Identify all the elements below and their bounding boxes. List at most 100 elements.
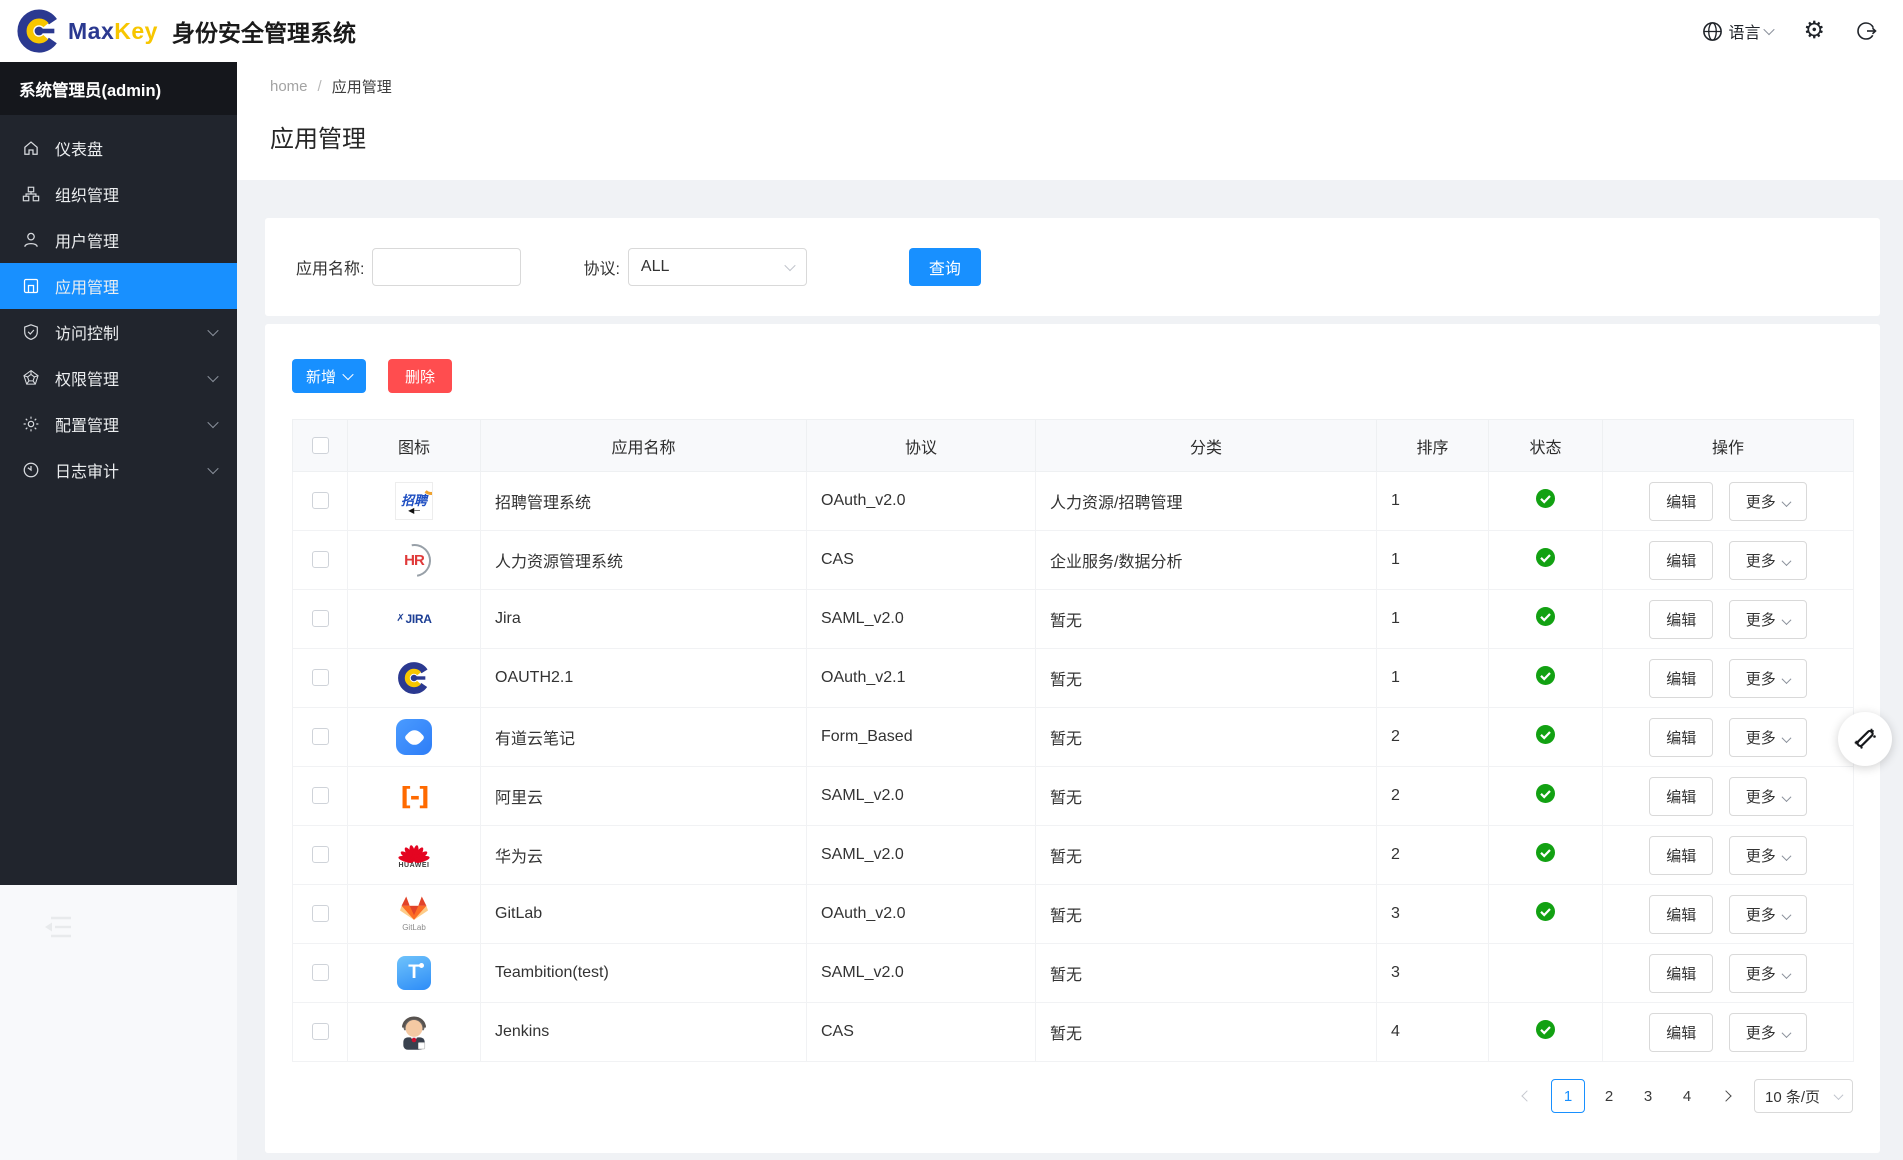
more-button[interactable]: 更多 [1729,895,1807,934]
breadcrumb-home-link[interactable]: home [270,78,308,95]
page-number-button[interactable]: 4 [1672,1079,1702,1113]
page-size-select[interactable]: 10 条/页 [1754,1079,1853,1113]
row-checkbox[interactable] [312,669,329,686]
add-button[interactable]: 新增 [292,359,366,393]
select-all-header [293,420,348,472]
chevron-down-icon [1781,851,1791,861]
page-number-button[interactable]: 2 [1594,1079,1624,1113]
table-row: HR 人力资源管理系统 CAS 企业服务/数据分析 1 编辑 更多 [293,531,1854,590]
apps-icon [22,277,40,295]
more-button[interactable]: 更多 [1729,954,1807,993]
row-checkbox[interactable] [312,728,329,745]
table-row: [-] 阿里云 SAML_v2.0 暂无 2 编辑 更多 [293,767,1854,826]
protocol-select-value: ALL [641,258,669,276]
edit-button[interactable]: 编辑 [1649,482,1713,521]
applications-table: 图标 应用名称 协议 分类 排序 状态 操作 招聘◀─ 招聘管理系统 OAuth… [292,419,1854,1062]
row-checkbox[interactable] [312,964,329,981]
chevron-down-icon [1781,969,1791,979]
row-checkbox[interactable] [312,846,329,863]
chevron-down-icon [1834,1090,1844,1100]
sidebar-item-audit-logs[interactable]: 日志审计 [0,447,237,493]
app-name-input[interactable] [372,248,521,286]
sort-cell: 2 [1377,767,1489,826]
more-button[interactable]: 更多 [1729,541,1807,580]
app-name-cell: 招聘管理系统 [481,472,807,531]
dashboard-icon [22,139,40,157]
edit-button[interactable]: 编辑 [1649,718,1713,757]
column-header-status: 状态 [1489,420,1603,472]
table-card: 新增 删除 图标 应用名称 协议 分类 排序 [265,324,1880,1153]
breadcrumb-current: 应用管理 [332,76,392,97]
next-page-button[interactable] [1711,1079,1741,1113]
page-number-button[interactable]: 1 [1551,1079,1585,1113]
more-button[interactable]: 更多 [1729,1013,1807,1052]
chevron-down-icon [207,463,218,474]
sidebar-item-dashboard[interactable]: 仪表盘 [0,125,237,171]
actions-cell: 编辑 更多 [1603,531,1854,590]
sort-cell: 1 [1377,531,1489,590]
edit-button[interactable]: 编辑 [1649,777,1713,816]
sidebar-item-permissions[interactable]: 权限管理 [0,355,237,401]
table-row: HUAWEI 华为云 SAML_v2.0 暂无 2 编辑 更多 [293,826,1854,885]
edit-button[interactable]: 编辑 [1649,659,1713,698]
row-checkbox[interactable] [312,787,329,804]
edit-button[interactable]: 编辑 [1649,954,1713,993]
sidebar-item-label: 权限管理 [55,366,119,390]
brand-name: MaxKey [68,18,158,45]
page-number-button[interactable]: 3 [1633,1079,1663,1113]
table-row: Jenkins CAS 暂无 4 编辑 更多 [293,1003,1854,1062]
sidebar-item-organizations[interactable]: 组织管理 [0,171,237,217]
settings-button[interactable]: ⚙ [1803,19,1825,43]
gem-icon [22,369,40,387]
sidebar-item-access-control[interactable]: 访问控制 [0,309,237,355]
youdao-note-logo [396,719,432,755]
more-button[interactable]: 更多 [1729,600,1807,639]
category-cell: 暂无 [1036,590,1377,649]
gitlab-logo: GitLab [400,896,428,932]
protocol-select[interactable]: ALL [628,248,807,286]
status-cell [1489,885,1603,944]
protocol-cell: SAML_v2.0 [807,944,1036,1003]
row-checkbox[interactable] [312,610,329,627]
maxkey-logo [397,661,431,695]
protocol-cell: CAS [807,1003,1036,1062]
edit-button[interactable]: 编辑 [1649,1013,1713,1052]
row-checkbox[interactable] [312,905,329,922]
app-name-cell: GitLab [481,885,807,944]
row-checkbox[interactable] [312,1023,329,1040]
globe-icon [1702,21,1723,42]
select-all-checkbox[interactable] [312,437,329,454]
more-button[interactable]: 更多 [1729,718,1807,757]
table-row: T Teambition(test) SAML_v2.0 暂无 3 编辑 更多 [293,944,1854,1003]
sidebar-item-configuration[interactable]: 配置管理 [0,401,237,447]
more-button[interactable]: 更多 [1729,659,1807,698]
actions-cell: 编辑 更多 [1603,590,1854,649]
theme-customizer-button[interactable] [1838,712,1892,766]
more-button[interactable]: 更多 [1729,836,1807,875]
edit-button[interactable]: 编辑 [1649,541,1713,580]
category-cell: 暂无 [1036,885,1377,944]
delete-button[interactable]: 删除 [388,359,452,393]
chevron-down-icon [1781,733,1791,743]
app-name-cell: 华为云 [481,826,807,885]
status-cell [1489,767,1603,826]
more-button[interactable]: 更多 [1729,777,1807,816]
prev-page-button[interactable] [1512,1079,1542,1113]
add-button-label: 新增 [306,366,336,387]
logout-button[interactable] [1855,20,1877,42]
chevron-down-icon [1781,556,1791,566]
language-switcher[interactable]: 语言 [1702,19,1773,43]
column-header-actions: 操作 [1603,420,1854,472]
row-checkbox[interactable] [312,551,329,568]
row-checkbox[interactable] [312,492,329,509]
edit-button[interactable]: 编辑 [1649,895,1713,934]
search-button[interactable]: 查询 [909,248,981,286]
more-button[interactable]: 更多 [1729,482,1807,521]
sidebar-item-users[interactable]: 用户管理 [0,217,237,263]
sidebar-collapse-button[interactable] [42,914,76,940]
sidebar-item-applications[interactable]: 应用管理 [0,263,237,309]
edit-button[interactable]: 编辑 [1649,600,1713,639]
sort-cell: 1 [1377,590,1489,649]
protocol-cell: SAML_v2.0 [807,767,1036,826]
edit-button[interactable]: 编辑 [1649,836,1713,875]
